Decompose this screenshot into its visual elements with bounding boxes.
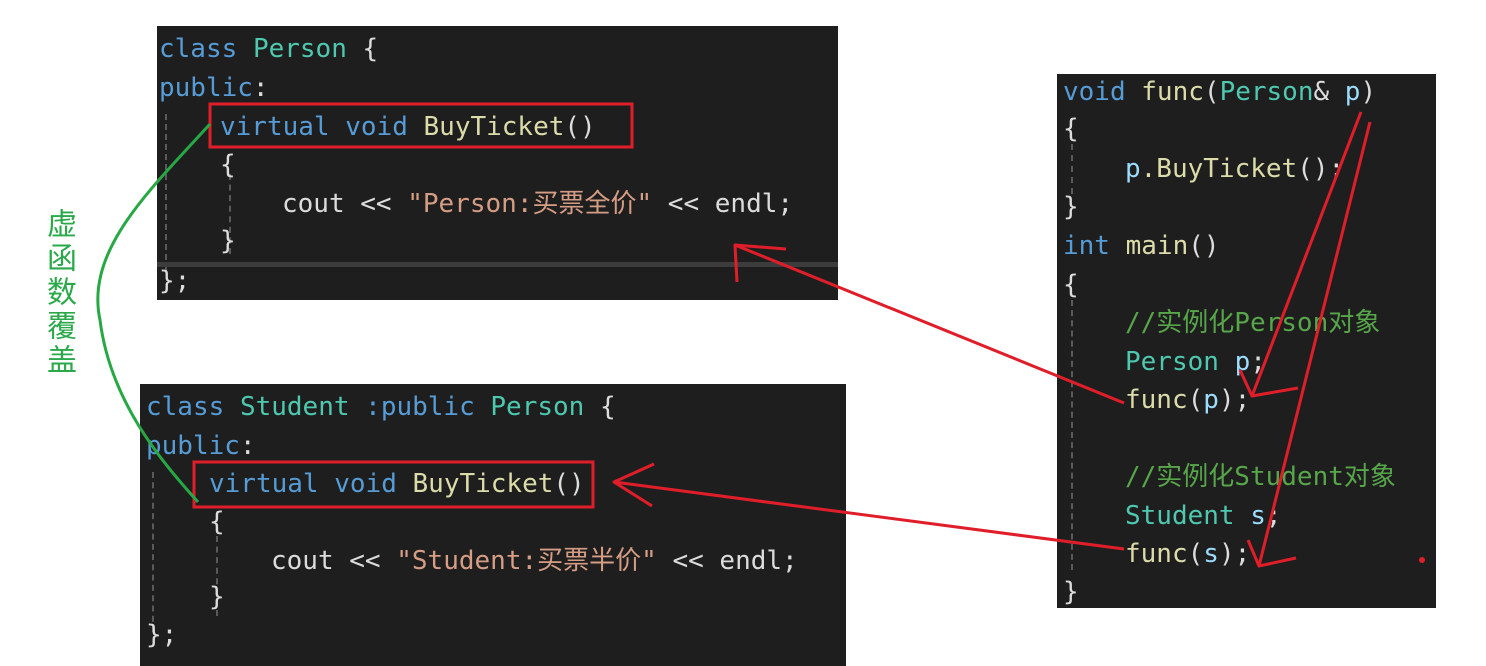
highlight-box-person-method: [208, 102, 634, 149]
override-link-curve: [96, 122, 212, 504]
arrow-func-p-to-person: [734, 243, 1125, 405]
arrowhead: [1238, 369, 1299, 398]
arrow-param-to-call-p: [1250, 111, 1363, 397]
arrowhead: [1246, 539, 1297, 568]
annotation-overlay: [96, 102, 1425, 568]
red-dot: [1419, 557, 1425, 563]
highlight-box-student-method: [192, 460, 595, 509]
arrow-param-to-call-s: [1257, 121, 1372, 567]
arrow-func-s-to-student: [613, 480, 1125, 551]
